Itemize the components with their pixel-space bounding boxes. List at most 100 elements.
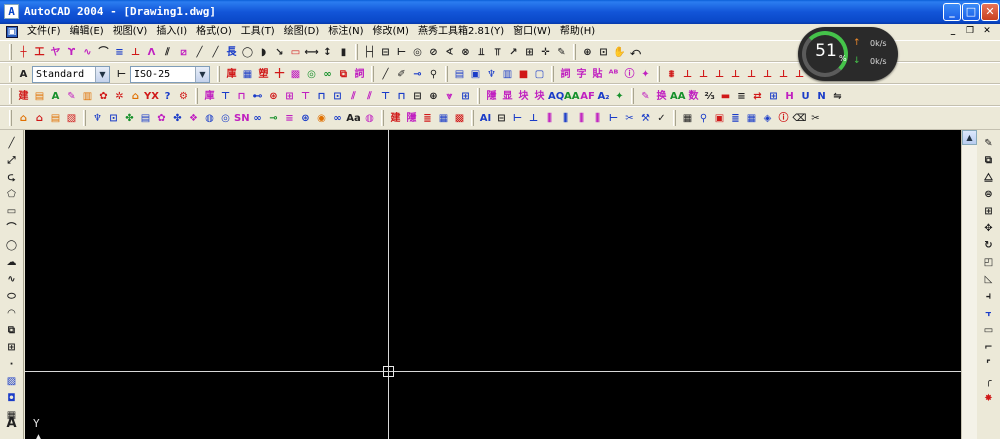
yx-star-icon[interactable]: ✲ [112, 89, 127, 104]
yx-aq-icon[interactable]: AQ [548, 89, 564, 104]
toolbar-grip[interactable] [355, 44, 358, 60]
yx-plate7-icon[interactable]: ⊥ [776, 67, 791, 82]
yx-pipe-icon[interactable]: ⊷ [250, 89, 265, 104]
yx-stair-icon[interactable]: ⊢ [606, 111, 621, 126]
mirror-icon[interactable]: ⧋ [981, 170, 996, 185]
menu-item[interactable]: 标注(N) [325, 25, 369, 39]
dim-diameter-icon[interactable]: ⊘ [426, 45, 441, 60]
dim-aligned-icon[interactable]: ⊟ [378, 45, 393, 60]
yx-grid-icon[interactable]: ▩ [288, 67, 303, 82]
yx-plate4-icon[interactable]: ⊥ [728, 67, 743, 82]
yx-tool-icon[interactable]: ⚙ [176, 89, 191, 104]
erase-icon[interactable]: ✎ [981, 136, 996, 151]
yx-lines-icon[interactable]: ≡ [112, 45, 127, 60]
yx-plastic-icon[interactable]: 塑 [256, 67, 271, 82]
yx-info2-icon[interactable]: ⓘ [776, 111, 791, 126]
menu-item[interactable]: 视图(V) [110, 25, 154, 39]
toolbar-grip[interactable] [9, 110, 12, 126]
yx-punch-icon[interactable]: ⊤ [218, 89, 233, 104]
toolbar-grip[interactable] [631, 88, 634, 104]
offset-icon[interactable]: ⊜ [981, 187, 996, 202]
extend-icon[interactable]: ⫟ [981, 306, 996, 321]
yx-lines2-icon[interactable]: ⫼ [542, 111, 557, 126]
yx-line-icon[interactable]: ϒ [64, 45, 79, 60]
doc-minimize-button[interactable]: _ [946, 25, 960, 38]
yx-table-icon[interactable]: ▦ [240, 67, 255, 82]
make-block-icon[interactable]: ⊞ [4, 340, 19, 355]
yx-block2-icon[interactable]: 块 [516, 89, 531, 104]
yx-fan2-icon[interactable]: ✤ [170, 111, 185, 126]
scale-icon[interactable]: ◰ [981, 255, 996, 270]
yx-sun-icon[interactable]: ◉ [314, 111, 329, 126]
move-icon[interactable]: ✥ [981, 221, 996, 236]
copy-icon[interactable]: ⧉ [981, 153, 996, 168]
yx-word2-icon[interactable]: 詞 [558, 67, 573, 82]
dim-edit-icon[interactable]: ✎ [554, 45, 569, 60]
yx-word-icon[interactable]: 詞 [352, 67, 367, 82]
yx-insert-icon[interactable]: ⊥ [128, 45, 143, 60]
menu-item[interactable]: 帮助(H) [557, 25, 601, 39]
yx-text2-icon[interactable]: AI [478, 111, 493, 126]
yx-guide2-icon[interactable]: ⊓ [394, 89, 409, 104]
document-menu-icon[interactable]: ▣ [6, 26, 18, 38]
minimize-button[interactable]: _ [943, 3, 961, 21]
yx-tab-icon[interactable]: ▤ [138, 111, 153, 126]
line-icon[interactable]: ┼ [16, 45, 31, 60]
yx-open-icon[interactable]: ⌂ [16, 111, 31, 126]
construction-line-icon[interactable]: ⤢ [4, 153, 19, 168]
zoom-realtime-icon[interactable]: ⊕ [580, 45, 595, 60]
chamfer-icon[interactable]: ⌜ [981, 357, 996, 372]
yx-slash2-icon[interactable]: ╱ [208, 45, 223, 60]
doc-close-button[interactable]: ✕ [980, 25, 994, 38]
yx-cup-icon[interactable]: ♆ [484, 67, 499, 82]
menu-item[interactable]: 工具(T) [238, 25, 281, 39]
hatch-icon[interactable]: ▨ [4, 374, 19, 389]
yx-curve-icon[interactable]: ∿ [80, 45, 95, 60]
chevron-down-icon[interactable]: ▼ [95, 66, 109, 82]
toolbar-grip[interactable] [9, 88, 12, 104]
zoom-previous-icon[interactable]: ⤺ [628, 45, 643, 60]
yx-check-icon[interactable]: ✓ [654, 111, 669, 126]
yx-drops-icon[interactable]: ❖ [186, 111, 201, 126]
yx-bars-icon[interactable]: ≡ [282, 111, 297, 126]
yx-copy-icon[interactable]: ⧉ [336, 67, 351, 82]
yx-plate2-icon[interactable]: ⊥ [696, 67, 711, 82]
zoom-find-icon[interactable]: ⚲ [696, 111, 711, 126]
yx-wire-icon[interactable]: ⊸ [266, 111, 281, 126]
rotate-icon[interactable]: ↻ [981, 238, 996, 253]
array-icon[interactable]: ⊞ [981, 204, 996, 219]
yx-edit-icon[interactable]: ✎ [64, 89, 79, 104]
dim-style-icon[interactable]: ⊢ [114, 67, 129, 82]
yx-guide-icon[interactable]: ⊤ [378, 89, 393, 104]
yx-un-icon[interactable]: U [798, 89, 813, 104]
dim-center-icon[interactable]: ✛ [538, 45, 553, 60]
yx-cup2-icon[interactable]: ♆ [90, 111, 105, 126]
yx-linetype-icon[interactable]: ≡ [734, 89, 749, 104]
network-monitor-widget[interactable]: 51 % ↑ 0k/s ↓ 0k/s [798, 27, 898, 81]
yx-a2-icon[interactable]: A₂ [596, 89, 611, 104]
yx-long-icon[interactable]: 長 [224, 45, 239, 60]
yx-bar-icon[interactable]: ▮ [336, 45, 351, 60]
yx-arrows-icon[interactable]: ⇄ [750, 89, 765, 104]
yx-swap-icon[interactable]: 换 [654, 89, 669, 104]
yx-hide-icon[interactable]: 隱 [484, 89, 499, 104]
yx-hatch-icon[interactable]: ⫽ [160, 45, 175, 60]
dim-tolerance-icon[interactable]: ⊞ [522, 45, 537, 60]
menu-item[interactable]: 燕秀工具箱2.81(Y) [415, 25, 510, 39]
yx-arcs-icon[interactable]: ◗ [256, 45, 271, 60]
yx-pin-icon[interactable]: ⊞ [282, 89, 297, 104]
yx-circle-icon[interactable]: ◯ [240, 45, 255, 60]
yx-tool2-icon[interactable]: ⚒ [638, 111, 653, 126]
yx-af-icon[interactable]: AF [580, 89, 595, 104]
break-at-point-icon[interactable]: ⌐ [981, 340, 996, 355]
yx-hide2-icon[interactable]: 隱 [404, 111, 419, 126]
yx-coin-icon[interactable]: ◍ [202, 111, 217, 126]
yx-save-icon[interactable]: ▤ [452, 67, 467, 82]
yx-hu-icon[interactable]: H [782, 89, 797, 104]
toolbar-grip[interactable] [381, 110, 384, 126]
menu-item[interactable]: 窗口(W) [510, 25, 557, 39]
yx-plate6-icon[interactable]: ⊥ [760, 67, 775, 82]
yx-arrow-icon[interactable]: ↘ [272, 45, 287, 60]
yx-char-icon[interactable]: 字 [574, 67, 589, 82]
yx-fan-icon[interactable]: ✤ [122, 111, 137, 126]
